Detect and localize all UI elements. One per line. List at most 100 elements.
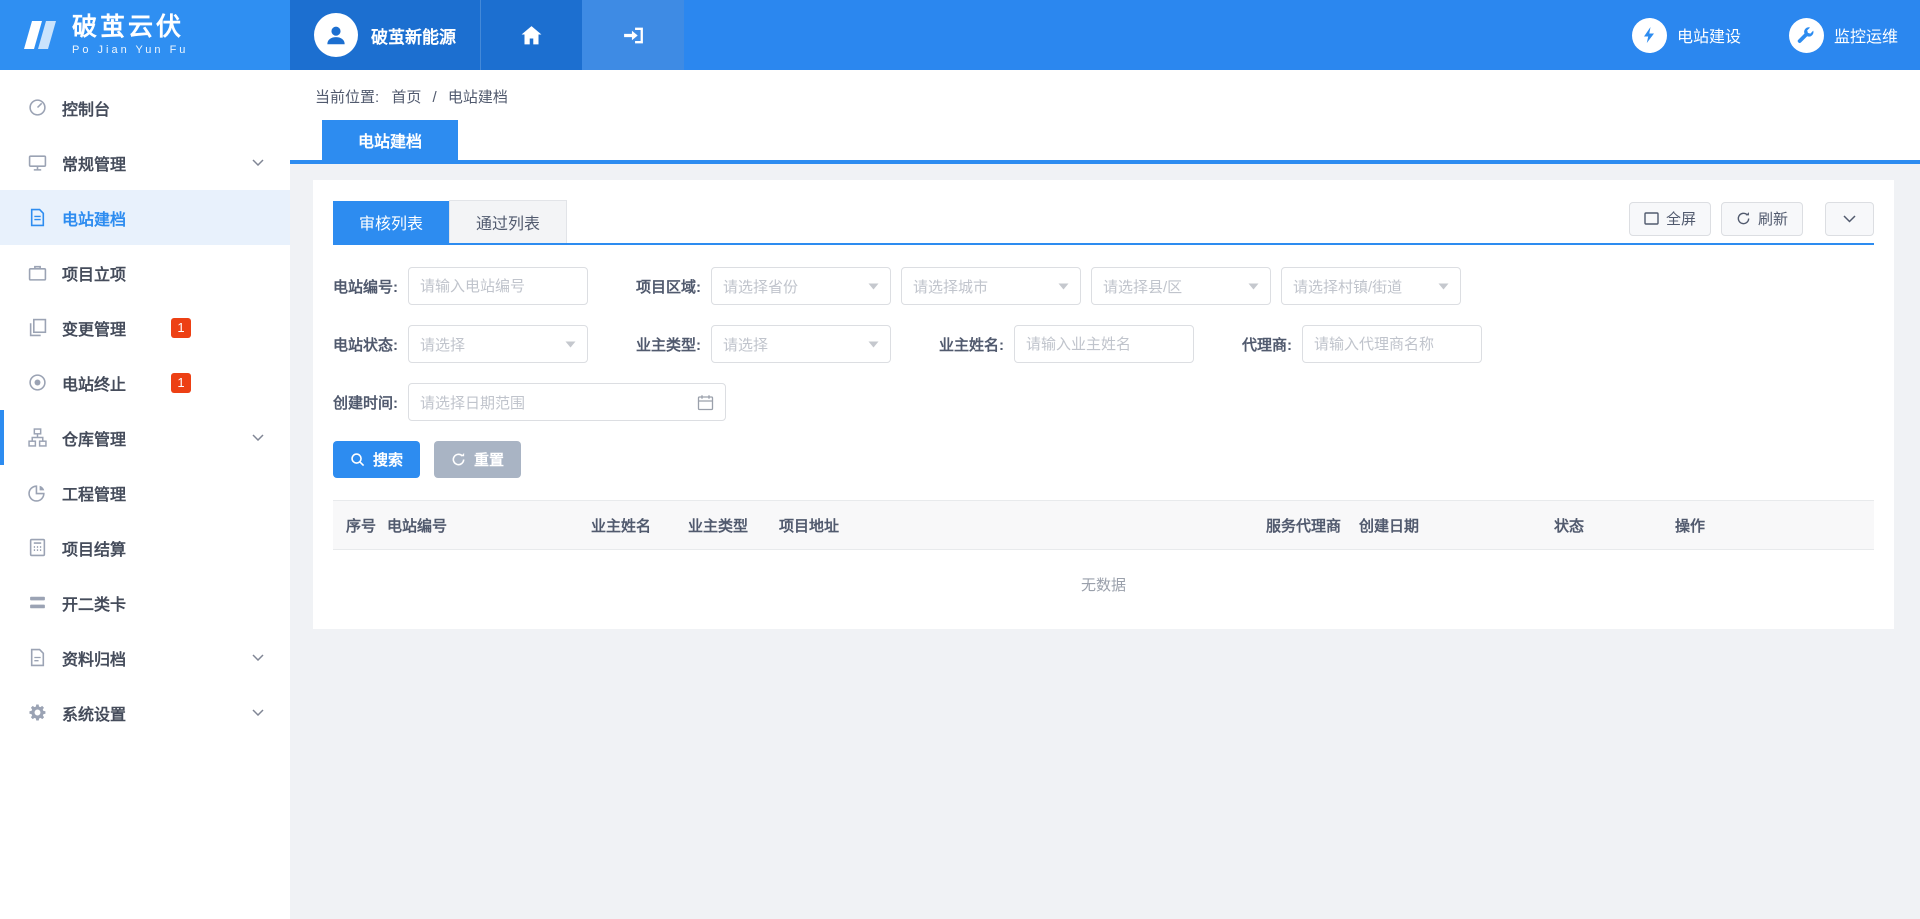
app-header: 破茧云伏 Po Jian Yun Fu 破茧新能源 电站建设 [0, 0, 1920, 70]
sidebar-item-project-settlement[interactable]: 项目结算 [0, 520, 290, 575]
breadcrumb-label: 当前位置: [315, 89, 379, 106]
sidebar-item-label: 系统设置 [62, 701, 126, 725]
fullscreen-label: 全屏 [1666, 208, 1696, 229]
sidebar-item-system-settings[interactable]: 系统设置 [0, 685, 290, 740]
page-tab-station-filing[interactable]: 电站建档 [322, 120, 458, 160]
copy-icon [28, 318, 47, 337]
date-range-input[interactable]: 请选择日期范围 [408, 383, 726, 421]
nav-monitor-ops[interactable]: 监控运维 [1789, 18, 1898, 53]
chevron-down-icon [252, 159, 264, 166]
tab-review-list[interactable]: 审核列表 [333, 201, 449, 243]
wrench-icon [1789, 18, 1824, 53]
station-code-label: 电站编号: [333, 276, 398, 297]
logo-title: 破茧云伏 [72, 14, 188, 42]
sidebar-item-label: 控制台 [62, 96, 110, 120]
fullscreen-button[interactable]: 全屏 [1629, 202, 1711, 236]
breadcrumb-separator: / [433, 89, 437, 106]
card-icon [28, 593, 47, 612]
sidebar-item-project-approval[interactable]: 项目立项 [0, 245, 290, 300]
sidebar-item-warehouse-mgmt[interactable]: 仓库管理 [0, 410, 290, 465]
home-button[interactable] [480, 0, 582, 70]
sidebar: 控制台 常规管理 电站建档 项目立项 变更管理 1 电站终止 1 仓库管理 [0, 70, 290, 919]
col-owner-name: 业主姓名 [583, 501, 680, 550]
station-status-placeholder: 请选择 [420, 334, 465, 355]
col-service-agent: 服务代理商 [1258, 501, 1351, 550]
create-time-label: 创建时间: [333, 392, 398, 413]
breadcrumb-current: 电站建档 [448, 89, 508, 106]
results-table: 序号 电站编号 业主姓名 业主类型 项目地址 服务代理商 创建日期 状态 操作 [333, 500, 1874, 550]
change-mgmt-badge: 1 [171, 318, 191, 338]
select-arrow-icon [868, 283, 879, 290]
col-project-address: 项目地址 [771, 501, 1258, 550]
nav-station-construction[interactable]: 电站建设 [1632, 18, 1741, 53]
dashboard-icon [28, 98, 47, 117]
col-create-date: 创建日期 [1351, 501, 1546, 550]
reset-label: 重置 [474, 449, 504, 470]
reset-icon [451, 452, 466, 467]
sidebar-item-change-mgmt[interactable]: 变更管理 1 [0, 300, 290, 355]
sidebar-item-data-archive[interactable]: 资料归档 [0, 630, 290, 685]
sidebar-item-label: 项目结算 [62, 536, 126, 560]
monitor-icon [28, 153, 47, 172]
select-arrow-icon [565, 341, 576, 348]
sidebar-item-dashboard[interactable]: 控制台 [0, 80, 290, 135]
filter-form: 电站编号: 项目区域: 请选择省份 请选择城市 [333, 245, 1874, 421]
archive-icon [28, 648, 47, 667]
owner-type-label: 业主类型: [636, 334, 701, 355]
breadcrumb-home[interactable]: 首页 [391, 89, 421, 106]
app-logo: 破茧云伏 Po Jian Yun Fu [0, 0, 290, 70]
col-station-code: 电站编号 [379, 501, 583, 550]
refresh-button[interactable]: 刷新 [1721, 202, 1803, 236]
breadcrumb: 当前位置: 首页 / 电站建档 [315, 86, 1920, 107]
sidebar-item-label: 开二类卡 [62, 591, 126, 615]
company-name: 破茧新能源 [371, 23, 456, 48]
chevron-down-icon [1843, 215, 1856, 223]
sidebar-item-label: 电站终止 [62, 371, 126, 395]
select-arrow-icon [1248, 283, 1259, 290]
sidebar-item-station-filing[interactable]: 电站建档 [0, 190, 290, 245]
agent-input[interactable] [1302, 325, 1482, 363]
panel-tabs: 审核列表 通过列表 全屏 刷新 [333, 200, 1874, 245]
logout-button[interactable] [582, 0, 684, 70]
station-status-label: 电站状态: [333, 334, 398, 355]
user-menu[interactable]: 破茧新能源 [290, 0, 480, 70]
city-placeholder: 请选择城市 [913, 276, 988, 297]
col-status: 状态 [1546, 501, 1667, 550]
briefcase-icon [28, 263, 47, 282]
sidebar-item-label: 变更管理 [62, 316, 126, 340]
owner-type-placeholder: 请选择 [723, 334, 768, 355]
sidebar-item-label: 项目立项 [62, 261, 126, 285]
select-arrow-icon [1058, 283, 1069, 290]
town-select[interactable]: 请选择村镇/街道 [1281, 267, 1461, 305]
sidebar-item-general-mgmt[interactable]: 常规管理 [0, 135, 290, 190]
owner-name-input[interactable] [1014, 325, 1194, 363]
search-label: 搜索 [373, 449, 403, 470]
sidebar-item-label: 工程管理 [62, 481, 126, 505]
lightning-icon [1632, 18, 1667, 53]
avatar [314, 13, 358, 57]
town-placeholder: 请选择村镇/街道 [1293, 276, 1402, 297]
search-button[interactable]: 搜索 [333, 441, 420, 478]
agent-label: 代理商: [1242, 334, 1292, 355]
sidebar-item-engineering-mgmt[interactable]: 工程管理 [0, 465, 290, 520]
col-owner-type: 业主类型 [680, 501, 771, 550]
district-select[interactable]: 请选择县/区 [1091, 267, 1271, 305]
tab-passed-list[interactable]: 通过列表 [449, 200, 567, 243]
calendar-icon [697, 394, 714, 411]
reset-button[interactable]: 重置 [434, 441, 521, 478]
table-header-row: 序号 电站编号 业主姓名 业主类型 项目地址 服务代理商 创建日期 状态 操作 [333, 501, 1874, 550]
select-arrow-icon [868, 341, 879, 348]
refresh-label: 刷新 [1758, 208, 1788, 229]
collapse-button[interactable] [1825, 202, 1874, 236]
city-select[interactable]: 请选择城市 [901, 267, 1081, 305]
sidebar-item-open-class2-card[interactable]: 开二类卡 [0, 575, 290, 630]
station-status-select[interactable]: 请选择 [408, 325, 588, 363]
province-select[interactable]: 请选择省份 [711, 267, 891, 305]
owner-type-select[interactable]: 请选择 [711, 325, 891, 363]
date-range-placeholder: 请选择日期范围 [420, 392, 525, 413]
search-icon [350, 452, 365, 467]
chevron-down-icon [252, 434, 264, 441]
station-code-input[interactable] [408, 267, 588, 305]
user-icon [323, 22, 349, 48]
sidebar-item-station-termination[interactable]: 电站终止 1 [0, 355, 290, 410]
